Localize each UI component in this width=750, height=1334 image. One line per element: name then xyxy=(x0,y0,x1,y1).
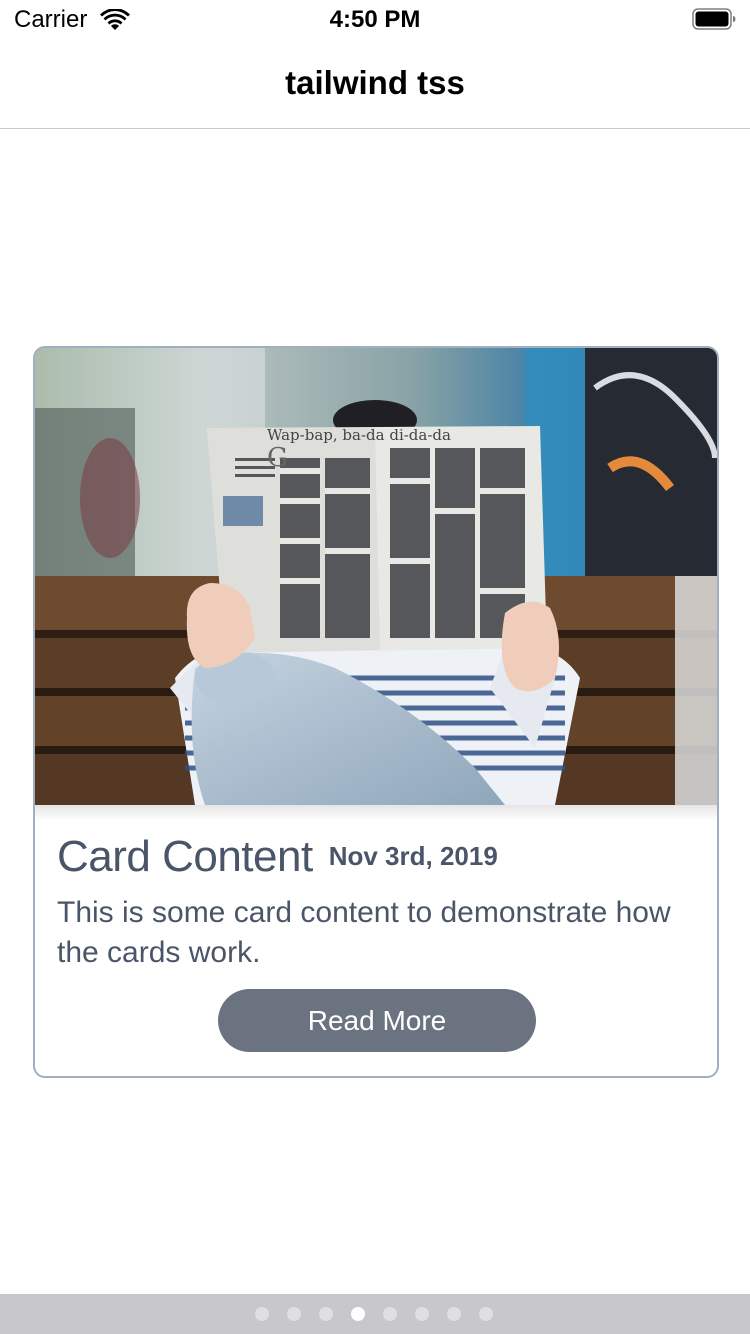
page-indicator[interactable] xyxy=(0,1294,750,1334)
page-dot[interactable] xyxy=(415,1307,429,1321)
navigation-bar: tailwind tss xyxy=(0,40,750,129)
status-time: 4:50 PM xyxy=(329,6,421,33)
page-dot[interactable] xyxy=(383,1307,397,1321)
page-dot[interactable] xyxy=(319,1307,333,1321)
app-screen: Carrier 4:50 PM tailwind tss Wap-bap, ba… xyxy=(0,0,750,1334)
page-dot[interactable] xyxy=(255,1307,269,1321)
image-shadow xyxy=(35,805,717,821)
svg-text:G: G xyxy=(267,443,288,473)
card-title: Card Content xyxy=(57,832,313,881)
card-date: Nov 3rd, 2019 xyxy=(328,841,498,871)
page-dot[interactable] xyxy=(479,1307,493,1321)
page-dots xyxy=(255,1307,493,1321)
content-card: Wap-bap, ba-da di-da-da G Card Content No… xyxy=(33,346,719,1078)
battery-icon xyxy=(692,8,736,30)
card-image: Wap-bap, ba-da di-da-da G xyxy=(35,348,717,805)
page-dot-active[interactable] xyxy=(351,1307,365,1321)
status-bar: Carrier 4:50 PM xyxy=(0,0,750,40)
read-more-button[interactable]: Read More xyxy=(218,989,536,1052)
newspaper-headline: Wap-bap, ba-da di-da-da xyxy=(267,426,451,444)
nav-title: tailwind tss xyxy=(285,64,465,101)
card-header: Card Content Nov 3rd, 2019 xyxy=(57,832,498,892)
card-body-text: This is some card content to demonstrate… xyxy=(57,896,671,969)
page-dot[interactable] xyxy=(287,1307,301,1321)
page-dot[interactable] xyxy=(447,1307,461,1321)
